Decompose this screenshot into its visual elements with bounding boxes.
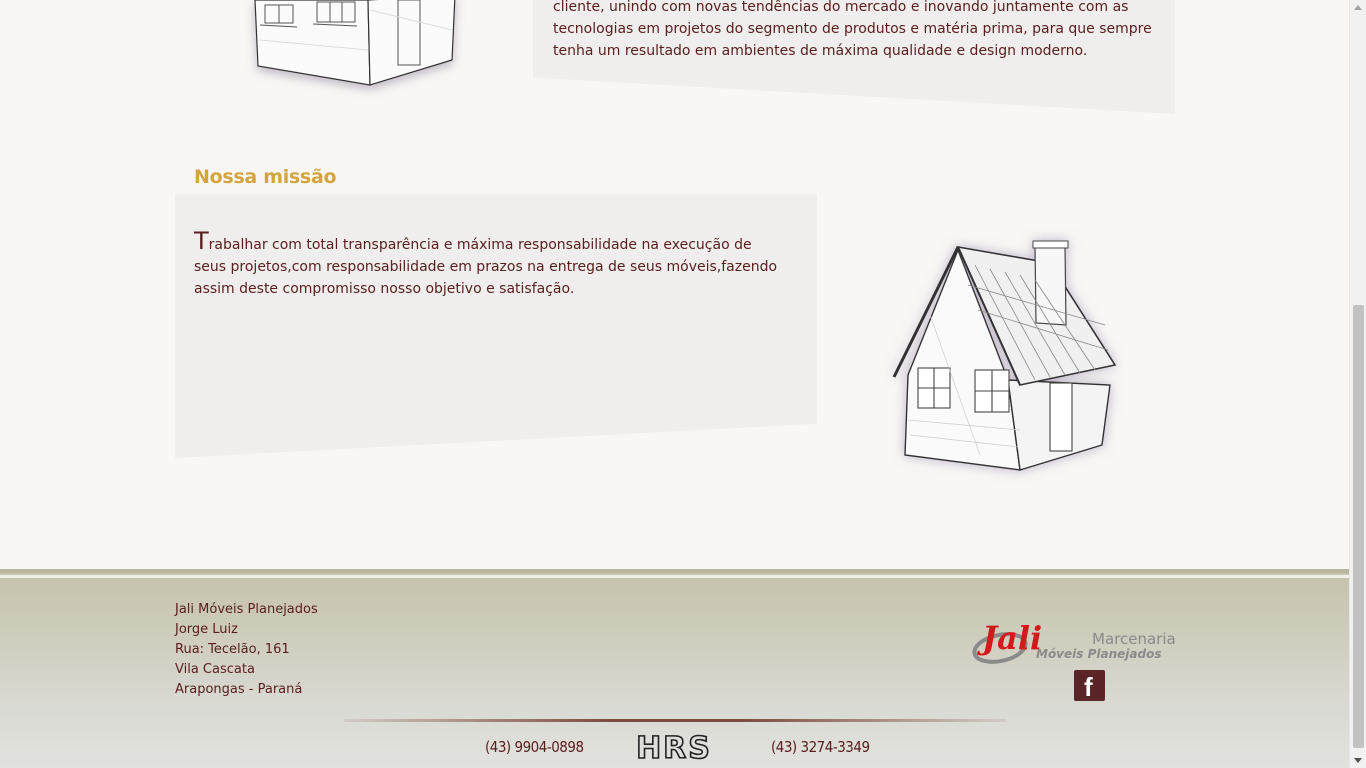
- logo-line1: Marcenaria: [1092, 630, 1176, 648]
- mission-title: Nossa missão: [194, 166, 337, 188]
- logo-brand: Jali: [976, 619, 1042, 657]
- hrs-credit-logo[interactable]: HRS: [626, 730, 722, 764]
- scroll-up-icon[interactable]: [1354, 5, 1362, 10]
- logo-line2: Móveis Planejados: [1036, 647, 1161, 661]
- hrs-text: HRS: [636, 731, 712, 764]
- mission-body: rabalhar com total transparência e máxim…: [194, 237, 778, 297]
- mission-dropcap: T: [194, 227, 209, 255]
- address-district: Vila Cascata: [175, 662, 255, 677]
- mission-text: Trabalhar com total transparência e máxi…: [194, 227, 784, 300]
- footer-top-border: [0, 569, 1349, 573]
- footer-divider: [344, 719, 1006, 722]
- address-street: Rua: Tecelão, 161: [175, 642, 290, 657]
- scroll-down-icon[interactable]: [1354, 758, 1362, 763]
- house-illustration: [892, 240, 1117, 471]
- facebook-link[interactable]: f: [1074, 670, 1105, 702]
- about-text: cliente, unindo com novas tendências do …: [553, 0, 1152, 59]
- scrollbar-thumb[interactable]: [1353, 305, 1364, 748]
- facebook-icon: f: [1084, 672, 1093, 702]
- address-city: Arapongas - Paraná: [175, 682, 303, 697]
- address-contact: Jorge Luiz: [175, 622, 238, 637]
- footer-top-highlight: [0, 575, 1349, 578]
- vertical-scrollbar[interactable]: [1349, 0, 1366, 768]
- address-company: Jali Móveis Planejados: [175, 602, 318, 617]
- house-illustration-top: [254, 0, 456, 86]
- footer-address: Jali Móveis Planejados Jorge Luiz Rua: T…: [175, 600, 318, 700]
- phone-mobile: (43) 9904-0898: [485, 738, 584, 756]
- jali-logo[interactable]: Jali Marcenaria Móveis Planejados: [972, 616, 1178, 666]
- phone-landline: (43) 3274-3349: [771, 738, 870, 756]
